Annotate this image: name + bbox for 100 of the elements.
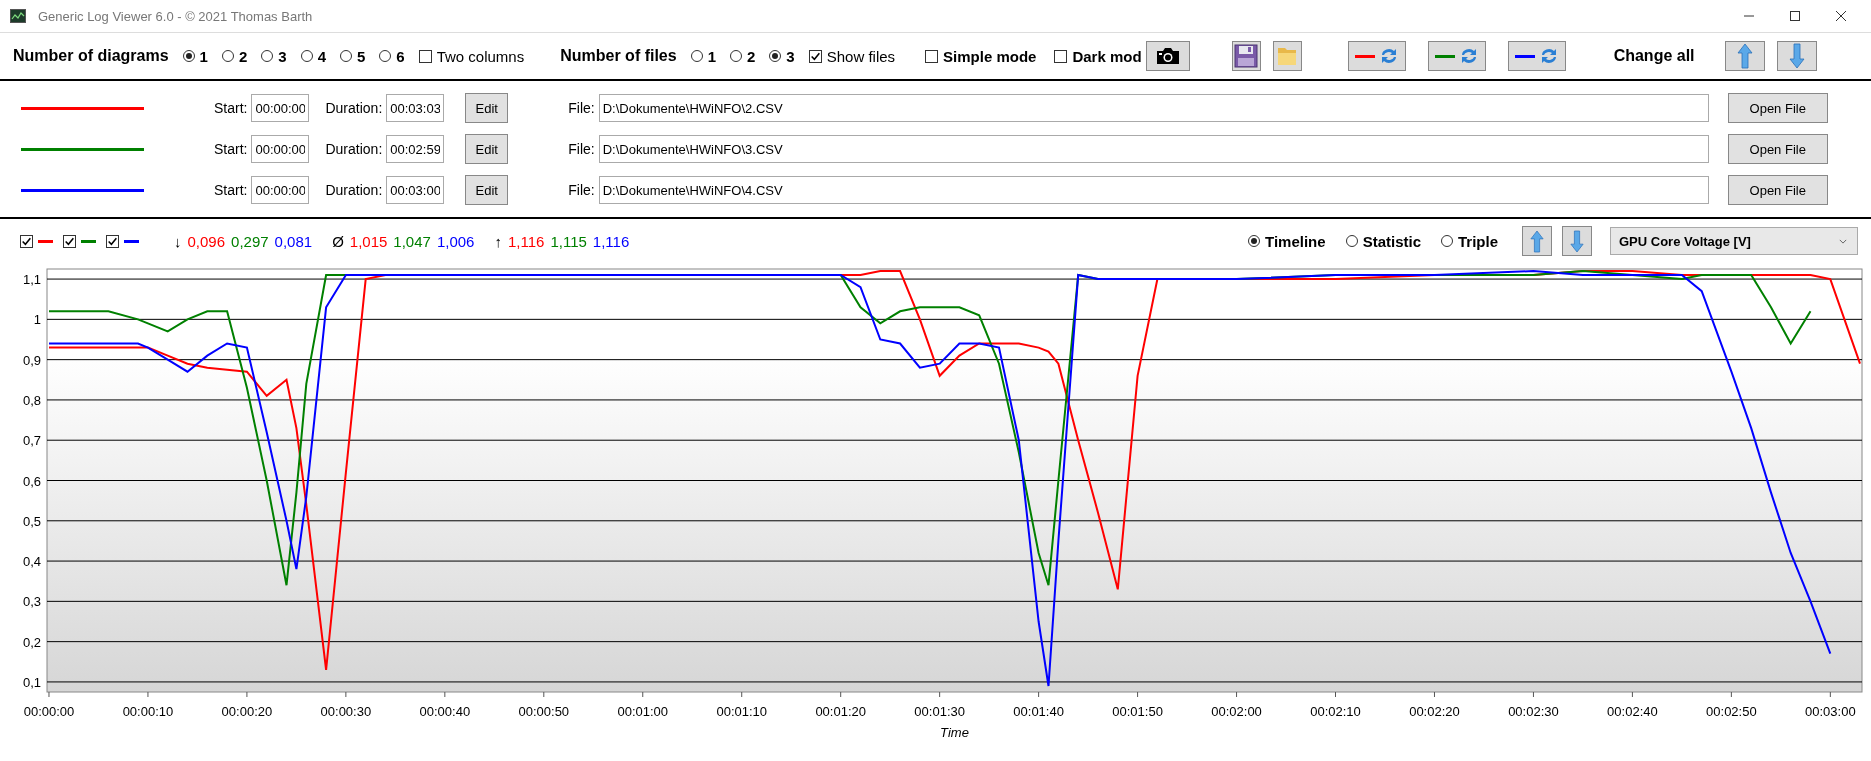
arrow-down-icon bbox=[1570, 229, 1584, 253]
y-tick-label: 1,1 bbox=[22, 272, 41, 288]
x-tick-label: 00:02:20 bbox=[1409, 704, 1460, 719]
channel-dropdown[interactable]: GPU Core Voltage [V] bbox=[1610, 227, 1858, 255]
open-file-button[interactable]: Open File bbox=[1727, 175, 1828, 205]
radio-button[interactable] bbox=[339, 50, 352, 62]
move-up-button[interactable] bbox=[1522, 226, 1552, 256]
radio-button[interactable] bbox=[379, 50, 392, 62]
edit-button[interactable]: Edit bbox=[465, 93, 509, 123]
file-label: File: bbox=[568, 100, 595, 116]
move-down-button[interactable] bbox=[1776, 41, 1817, 71]
stat-symbol: Ø bbox=[332, 232, 344, 250]
duration-label: Duration: bbox=[325, 182, 383, 198]
x-tick-label: 00:00:00 bbox=[23, 704, 75, 719]
y-tick-label: 0,9 bbox=[22, 352, 41, 368]
stat-value: 0,297 bbox=[231, 232, 269, 250]
screenshot-button[interactable] bbox=[1145, 41, 1190, 71]
y-tick-label: 0,5 bbox=[22, 513, 41, 529]
window-title: Generic Log Viewer 6.0 - © 2021 Thomas Barth bbox=[38, 8, 313, 24]
radio-button[interactable] bbox=[1248, 235, 1261, 247]
start-field[interactable]: 00:00:00 bbox=[251, 135, 310, 163]
swap-color-button[interactable] bbox=[1347, 41, 1406, 71]
start-field[interactable]: 00:00:00 bbox=[251, 176, 310, 204]
x-tick-label: 00:02:10 bbox=[1310, 704, 1361, 719]
y-tick-label: 0,7 bbox=[22, 433, 41, 449]
edit-button[interactable]: Edit bbox=[465, 134, 509, 164]
radio-button[interactable] bbox=[182, 50, 195, 62]
checkbox[interactable] bbox=[106, 234, 119, 248]
radio-button[interactable] bbox=[1345, 235, 1358, 247]
radio-button[interactable] bbox=[769, 50, 782, 62]
stat-value: 1,116 bbox=[507, 232, 545, 250]
stat-value: 1,115 bbox=[550, 232, 587, 250]
open-folder-button[interactable] bbox=[1272, 41, 1302, 71]
radio-button[interactable] bbox=[261, 50, 274, 62]
x-tick-label: 00:00:20 bbox=[221, 704, 273, 719]
files-label: Number of files bbox=[560, 47, 677, 65]
y-tick-label: 0,2 bbox=[22, 634, 41, 650]
radio-label: 2 bbox=[238, 47, 248, 65]
radio-label: 6 bbox=[396, 47, 405, 65]
start-label: Start: bbox=[214, 100, 248, 116]
radio-label: 1 bbox=[199, 47, 208, 65]
x-tick-label: 00:01:20 bbox=[815, 704, 866, 719]
radio-label: 5 bbox=[356, 47, 366, 65]
file-path-field[interactable]: D:\Dokumente\HWiNFO\4.CSV bbox=[598, 176, 1709, 204]
y-tick-label: 0,3 bbox=[22, 594, 41, 610]
radio-label: Timeline bbox=[1265, 232, 1326, 250]
radio-label: 3 bbox=[278, 47, 287, 65]
open-file-button[interactable]: Open File bbox=[1727, 134, 1828, 164]
stat-value: 1,116 bbox=[592, 232, 630, 250]
start-label: Start: bbox=[214, 182, 248, 198]
stat-value: 0,096 bbox=[187, 232, 226, 250]
x-tick-label: 00:01:10 bbox=[716, 704, 768, 719]
edit-button[interactable]: Edit bbox=[465, 175, 509, 205]
duration-label: Duration: bbox=[325, 100, 383, 116]
maximize-icon[interactable] bbox=[1789, 10, 1801, 22]
chevron-down-icon bbox=[1839, 238, 1847, 244]
radio-label: 2 bbox=[747, 47, 756, 65]
x-tick-label: 00:02:50 bbox=[1706, 704, 1757, 719]
x-tick-label: 00:01:00 bbox=[617, 704, 669, 719]
move-up-button[interactable] bbox=[1724, 41, 1765, 71]
x-tick-label: 00:01:40 bbox=[1013, 704, 1064, 719]
checkbox[interactable] bbox=[1054, 49, 1068, 63]
move-down-button[interactable] bbox=[1562, 226, 1592, 256]
x-tick-label: 00:00:40 bbox=[419, 704, 471, 719]
start-field[interactable]: 00:00:00 bbox=[251, 94, 310, 122]
x-tick-label: 00:00:50 bbox=[518, 704, 570, 719]
save-button[interactable] bbox=[1231, 41, 1261, 71]
radio-button[interactable] bbox=[690, 50, 703, 62]
file-path-field[interactable]: D:\Dokumente\HWiNFO\2.CSV bbox=[598, 94, 1709, 122]
arrow-up-icon bbox=[1736, 43, 1753, 69]
checkbox[interactable] bbox=[808, 49, 822, 63]
file-label: File: bbox=[568, 141, 595, 157]
duration-field[interactable]: 00:02:59 bbox=[386, 135, 445, 163]
checkbox[interactable] bbox=[925, 49, 939, 63]
swap-color-button[interactable] bbox=[1507, 41, 1566, 71]
checkbox-label: Two columns bbox=[436, 47, 525, 65]
radio-label: 3 bbox=[786, 47, 795, 65]
radio-button[interactable] bbox=[221, 50, 234, 62]
x-tick-label: 00:00:30 bbox=[320, 704, 372, 719]
file-path-field[interactable]: D:\Dokumente\HWiNFO\3.CSV bbox=[598, 135, 1709, 163]
stat-symbol: ↑ bbox=[494, 232, 502, 250]
radio-button[interactable] bbox=[300, 50, 313, 62]
y-tick-label: 1 bbox=[33, 312, 41, 328]
checkbox[interactable] bbox=[20, 234, 33, 248]
radio-button[interactable] bbox=[730, 50, 742, 62]
duration-field[interactable]: 00:03:03 bbox=[386, 94, 445, 122]
arrow-down-icon bbox=[1788, 43, 1805, 69]
checkbox[interactable] bbox=[63, 234, 76, 248]
duration-label: Duration: bbox=[325, 141, 383, 157]
y-tick-label: 0,4 bbox=[22, 554, 41, 570]
x-axis-title: Time bbox=[940, 725, 969, 740]
stat-value: 0,081 bbox=[274, 232, 313, 250]
open-file-button[interactable]: Open File bbox=[1727, 93, 1828, 123]
radio-button[interactable] bbox=[1441, 235, 1453, 247]
stat-symbol: ↓ bbox=[174, 232, 182, 250]
swap-color-button[interactable] bbox=[1427, 41, 1486, 71]
duration-field[interactable]: 00:03:00 bbox=[386, 176, 445, 204]
close-icon[interactable] bbox=[1835, 10, 1847, 22]
radio-label: 4 bbox=[317, 47, 326, 65]
checkbox[interactable] bbox=[418, 49, 432, 63]
